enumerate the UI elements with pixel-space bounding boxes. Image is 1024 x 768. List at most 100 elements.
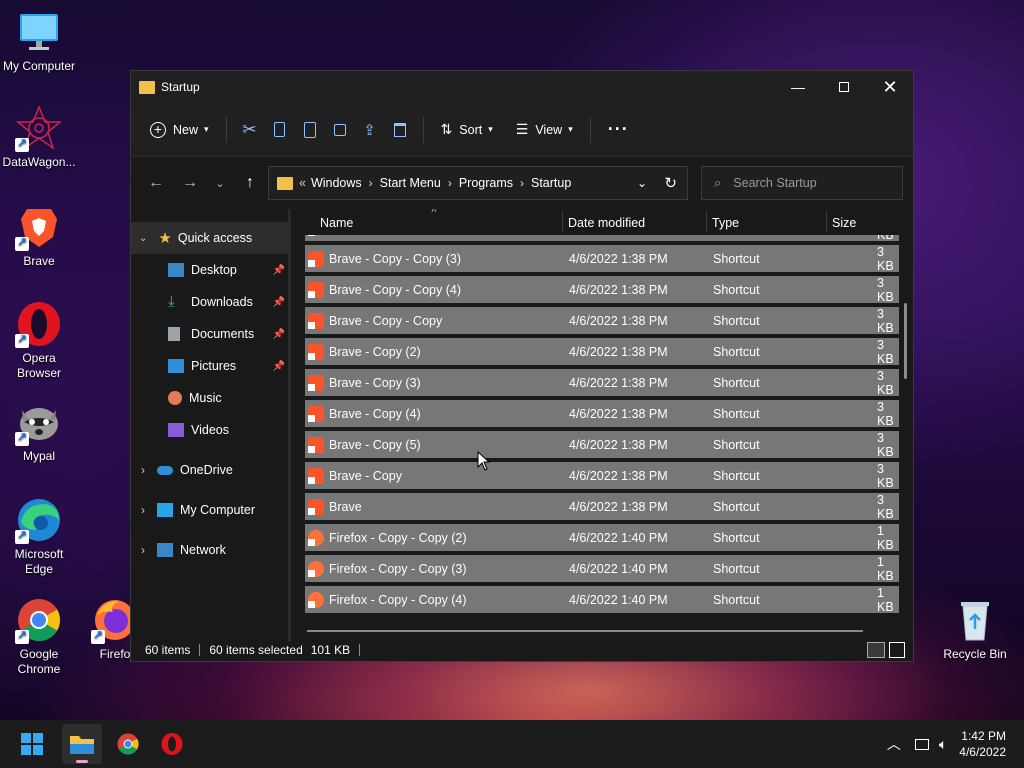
column-header-date[interactable]: Date modified xyxy=(568,216,645,230)
rename-button[interactable] xyxy=(325,113,355,147)
overflow-crumb[interactable]: « xyxy=(299,176,306,190)
file-size: 3 KB xyxy=(877,235,899,242)
back-button[interactable]: ← xyxy=(139,168,173,198)
vertical-scrollbar[interactable] xyxy=(904,303,907,379)
pin-icon[interactable]: 📌 xyxy=(273,361,285,372)
nav-my-computer[interactable]: › My Computer xyxy=(131,494,291,526)
refresh-icon[interactable]: ↻ xyxy=(664,174,677,192)
desktop-icon-my-computer[interactable]: My Computer xyxy=(1,8,77,74)
file-row[interactable]: Firefox - Copy - Copy (4) 4/6/2022 1:40 P… xyxy=(305,586,899,614)
title-bar[interactable]: Startup — ✕ xyxy=(131,71,913,103)
file-row[interactable]: Brave - Copy - Copy (2)4/6/2022 1:38 PMS… xyxy=(305,235,899,242)
horizontal-scrollbar[interactable] xyxy=(307,630,863,632)
file-row[interactable]: Brave - Copy (3) 4/6/2022 1:38 PM Shortcut… xyxy=(305,369,899,397)
desktop-icon-recycle-bin[interactable]: Recycle Bin xyxy=(937,596,1013,662)
maximize-button[interactable] xyxy=(821,71,867,103)
start-button[interactable] xyxy=(12,724,52,764)
share-button[interactable]: ⇪ xyxy=(355,113,385,147)
desktop-icon-opera[interactable]: Opera Browser xyxy=(1,300,77,381)
breadcrumb-programs[interactable]: Programs xyxy=(459,176,513,190)
column-divider[interactable] xyxy=(826,211,827,233)
shortcut-arrow-icon xyxy=(308,321,315,329)
desktop-icon-edge[interactable]: Microsoft Edge xyxy=(1,496,77,577)
column-divider[interactable] xyxy=(706,211,707,233)
address-bar[interactable]: « Windows › Start Menu › Programs › Star… xyxy=(268,166,688,200)
firefox-shortcut-icon xyxy=(308,591,324,608)
column-header-type[interactable]: Type xyxy=(712,216,739,230)
chevron-right-icon: › xyxy=(141,503,145,517)
details-view-button[interactable] xyxy=(867,642,885,658)
minimize-button[interactable]: — xyxy=(775,71,821,103)
chevron-right-icon[interactable]: › xyxy=(448,176,452,190)
nav-music[interactable]: Music xyxy=(131,382,291,414)
file-row[interactable]: Brave - Copy - Copy 4/6/2022 1:38 PM Short… xyxy=(305,307,899,335)
nav-quick-access[interactable]: ⌄ ★ Quick access xyxy=(131,222,291,254)
nav-desktop[interactable]: Desktop 📌 xyxy=(131,254,291,286)
address-dropdown-icon[interactable]: ⌄ xyxy=(637,176,647,190)
desktop-icon-chrome[interactable]: Google Chrome xyxy=(1,596,77,677)
view-button[interactable]: ☰ View ▾ xyxy=(507,113,582,147)
chevron-up-icon[interactable]: ︿ xyxy=(887,734,901,754)
file-row[interactable]: Brave - Copy (5) 4/6/2022 1:38 PM Shortcut… xyxy=(305,431,899,459)
more-options-button[interactable]: ··· xyxy=(599,113,638,147)
file-type: Shortcut xyxy=(713,282,760,297)
breadcrumb-startup[interactable]: Startup xyxy=(531,176,571,190)
nav-downloads[interactable]: ⤓ Downloads 📌 xyxy=(131,286,291,318)
paste-button[interactable] xyxy=(295,113,325,147)
column-header-size[interactable]: Size xyxy=(832,216,856,230)
network-status-icon[interactable] xyxy=(914,738,929,750)
shortcut-arrow-icon xyxy=(308,476,315,484)
taskbar-opera[interactable] xyxy=(152,724,192,764)
desktop-icon-mypal[interactable]: Mypal xyxy=(1,398,77,464)
taskbar-file-explorer[interactable] xyxy=(62,724,102,764)
nav-videos[interactable]: Videos xyxy=(131,414,291,446)
file-row[interactable]: Brave - Copy - Copy (3) 4/6/2022 1:38 PM S… xyxy=(305,244,899,273)
close-button[interactable]: ✕ xyxy=(867,71,913,103)
file-type: Shortcut xyxy=(713,406,760,421)
copy-button[interactable] xyxy=(265,113,295,147)
file-row[interactable]: Brave - Copy (4) 4/6/2022 1:38 PM Shortcut… xyxy=(305,400,899,428)
file-row[interactable]: Firefox - Copy - Copy (3) 4/6/2022 1:40 P… xyxy=(305,554,899,583)
breadcrumb-start-menu[interactable]: Start Menu xyxy=(380,176,441,190)
search-box[interactable]: ⌕ Search Startup xyxy=(701,166,903,200)
column-headers: ˄ Name Date modified Type Size xyxy=(291,209,913,235)
file-row[interactable]: Brave 4/6/2022 1:38 PM Shortcut 3 KB xyxy=(305,493,899,521)
file-explorer-icon xyxy=(70,736,94,754)
pin-icon[interactable]: 📌 xyxy=(273,297,285,308)
forward-button[interactable]: → xyxy=(173,168,207,198)
sort-button[interactable]: ⇅ Sort ▾ xyxy=(432,113,502,147)
desktop-icon-datawagon[interactable]: DataWagon... xyxy=(1,104,77,170)
nav-onedrive[interactable]: › OneDrive xyxy=(131,454,291,486)
clock[interactable]: 1:42 PM 4/6/2022 xyxy=(959,728,1006,760)
taskbar-chrome[interactable] xyxy=(108,724,148,764)
recent-locations-button[interactable]: ⌄ xyxy=(207,168,233,198)
file-size: 1 KB xyxy=(877,554,894,583)
file-row[interactable]: Brave - Copy - Copy (4) 4/6/2022 1:38 PM S… xyxy=(305,276,899,304)
tiles-view-button[interactable] xyxy=(889,642,905,658)
file-row[interactable]: Brave - Copy (2) 4/6/2022 1:38 PM Shortcut… xyxy=(305,338,899,366)
file-explorer-window: Startup — ✕ + New ▾ ✂ ⇪ ⇅ Sort ▾ ☰ View … xyxy=(130,70,914,662)
file-date: 4/6/2022 1:38 PM xyxy=(569,499,668,514)
new-button[interactable]: + New ▾ xyxy=(141,113,218,147)
file-size: 3 KB xyxy=(877,244,894,273)
nav-network[interactable]: › Network xyxy=(131,534,291,566)
file-row[interactable]: Brave - Copy 4/6/2022 1:38 PM Shortcut 3 KB xyxy=(305,462,899,490)
nav-documents[interactable]: Documents 📌 xyxy=(131,318,291,350)
chevron-right-icon[interactable]: › xyxy=(369,176,373,190)
chevron-right-icon[interactable]: › xyxy=(520,176,524,190)
delete-button[interactable] xyxy=(385,113,415,147)
file-row[interactable]: Firefox - Copy - Copy (2) 4/6/2022 1:40 P… xyxy=(305,524,899,552)
up-button[interactable]: ↑ xyxy=(233,168,267,198)
desktop-icon-brave[interactable]: Brave xyxy=(1,203,77,269)
pin-icon[interactable]: 📌 xyxy=(273,265,285,276)
file-name: Brave - Copy (2) xyxy=(329,344,421,359)
column-divider[interactable] xyxy=(562,211,563,233)
breadcrumb-windows[interactable]: Windows xyxy=(311,176,362,190)
file-list: ˄ Name Date modified Type Size Brave - C… xyxy=(291,209,913,641)
file-date: 4/6/2022 1:38 PM xyxy=(569,251,668,266)
nav-pictures[interactable]: Pictures 📌 xyxy=(131,350,291,382)
pin-icon[interactable]: 📌 xyxy=(273,329,285,340)
cut-button[interactable]: ✂ xyxy=(235,113,265,147)
column-header-name[interactable]: Name xyxy=(320,216,353,230)
volume-icon[interactable]: 🔈︎ xyxy=(939,736,947,753)
